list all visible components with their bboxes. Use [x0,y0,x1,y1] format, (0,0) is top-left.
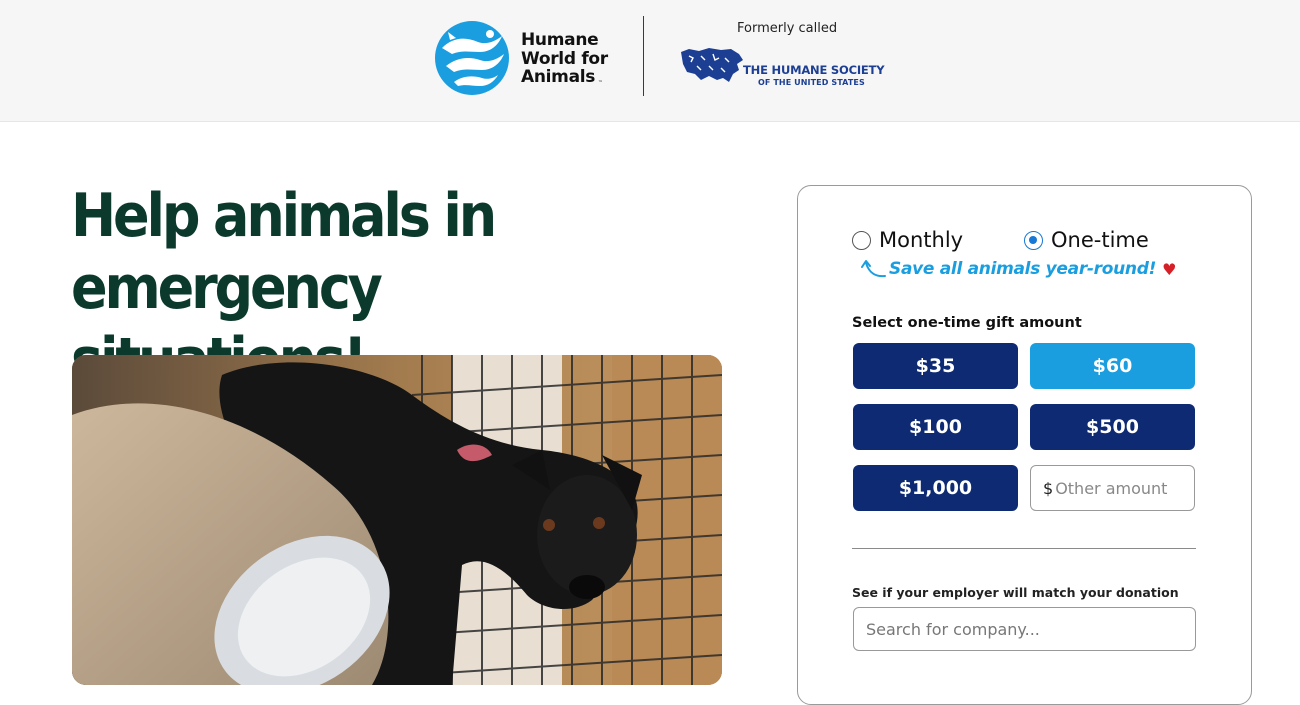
one-time-radio[interactable] [1024,230,1043,250]
former-name: THE HUMANE SOCIETY [743,63,885,77]
other-amount-input[interactable] [1055,478,1186,498]
headline-line: Help animals in [71,181,497,251]
monthly-radio[interactable] [852,230,871,250]
header-divider [643,16,644,96]
heart-icon: ♥ [1162,259,1177,279]
brand-line: Animals [521,67,596,87]
amount-60-button[interactable]: $60 [1030,343,1195,389]
form-divider [852,548,1196,549]
company-search-input[interactable] [853,607,1196,651]
humane-world-logo-icon[interactable] [434,20,510,96]
amount-1000-button[interactable]: $1,000 [853,465,1018,511]
frequency-monthly[interactable]: Monthly [852,228,963,252]
trademark-symbol: ™ [598,80,603,86]
currency-symbol: $ [1043,478,1054,498]
hero-image [72,355,722,685]
gift-amount-label: Select one-time gift amount [852,315,1082,331]
one-time-label[interactable]: One-time [1051,228,1149,252]
upsell-text: Save all animals year-round! [889,259,1157,279]
brand-line: Humane [521,30,599,50]
amount-35-button[interactable]: $35 [853,343,1018,389]
brand-wordmark[interactable]: Humane World for Animals [521,31,608,87]
brand-line: World for [521,48,608,69]
amount-100-button[interactable]: $100 [853,404,1018,450]
monthly-label[interactable]: Monthly [879,228,963,252]
former-name-subtitle: OF THE UNITED STATES [758,78,865,87]
amount-500-button[interactable]: $500 [1030,404,1195,450]
formerly-called-label: Formerly called [737,21,838,36]
curved-arrow-icon [861,260,886,278]
site-header: Humane World for Animals ™ Formerly call… [0,0,1300,122]
monthly-upsell-note: Save all animals year-round! ♥ [861,259,1176,279]
dog-in-kennel-photo-icon [72,355,722,685]
usa-animal-map-icon [681,48,743,82]
frequency-one-time[interactable]: One-time [1024,228,1149,252]
employer-match-label: See if your employer will match your don… [852,585,1179,600]
other-amount-field[interactable]: $ [1030,465,1195,511]
